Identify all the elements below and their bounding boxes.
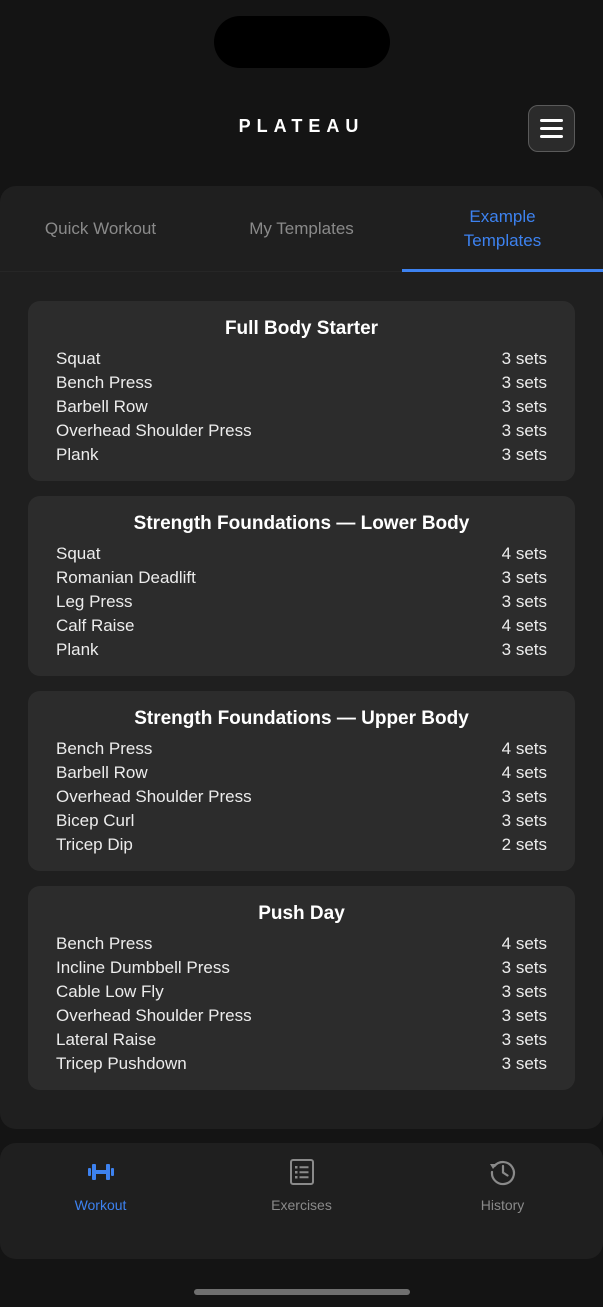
bottom-nav: Workout Exercises History	[0, 1143, 603, 1259]
exercise-row: Tricep Pushdown 3 sets	[56, 1052, 547, 1076]
dynamic-island	[214, 16, 390, 68]
list-icon	[289, 1159, 314, 1185]
history-icon	[489, 1161, 515, 1186]
exercise-name: Bicep Curl	[56, 811, 135, 830]
template-card[interactable]: Push Day Bench Press 4 sets Incline Dumbbel…	[28, 886, 575, 1090]
exercise-row: Plank 3 sets	[56, 443, 547, 467]
exercise-sets: 4 sets	[501, 544, 547, 563]
exercise-sets: 3 sets	[501, 592, 547, 611]
exercise-row: Incline Dumbbell Press 3 sets	[56, 956, 547, 980]
exercise-sets: 3 sets	[501, 349, 547, 368]
exercise-row: Lateral Raise 3 sets	[56, 1028, 547, 1052]
exercise-sets: 3 sets	[501, 1006, 547, 1025]
hamburger-icon-bar	[540, 127, 563, 130]
exercise-name: Bench Press	[56, 739, 153, 758]
hamburger-icon-bar	[540, 135, 563, 138]
nav-workout[interactable]: Workout	[0, 1143, 201, 1259]
exercise-sets: 3 sets	[501, 373, 547, 392]
exercise-name: Lateral Raise	[56, 1030, 157, 1049]
template-title: Strength Foundations — Upper Body	[134, 708, 469, 729]
tab-bar: Quick Workout My Templates Example Templ…	[0, 186, 603, 272]
template-card[interactable]: Strength Foundations — Upper Body Bench P…	[28, 691, 575, 871]
exercise-row: Bicep Curl 3 sets	[56, 809, 547, 833]
hamburger-icon	[540, 119, 563, 122]
exercise-sets: 3 sets	[501, 811, 547, 830]
exercise-sets: 4 sets	[501, 739, 547, 758]
app-title: PLATEAU	[238, 116, 365, 136]
nav-exercises[interactable]: Exercises	[201, 1143, 402, 1259]
exercise-row: Plank 3 sets	[56, 638, 547, 662]
template-card[interactable]: Strength Foundations — Lower Body Squat 4 …	[28, 496, 575, 676]
exercise-name: Squat	[56, 349, 101, 368]
exercise-name: Overhead Shoulder Press	[56, 1006, 252, 1025]
exercise-name: Plank	[56, 640, 99, 659]
exercise-row: Leg Press 3 sets	[56, 590, 547, 614]
home-indicator	[194, 1289, 410, 1295]
exercise-row: Barbell Row 4 sets	[56, 761, 547, 785]
exercise-row: Overhead Shoulder Press 3 sets	[56, 1004, 547, 1028]
exercise-name: Bench Press	[56, 934, 153, 953]
exercise-row: Romanian Deadlift 3 sets	[56, 566, 547, 590]
exercise-name: Leg Press	[56, 592, 133, 611]
exercise-sets: 3 sets	[501, 397, 547, 416]
template-list[interactable]: Full Body Starter Squat 3 sets Bench Press 3…	[28, 301, 575, 1101]
nav-history[interactable]: History	[402, 1143, 603, 1259]
exercise-sets: 3 sets	[501, 640, 547, 659]
tab-label: My Templates	[249, 218, 354, 238]
exercise-name: Barbell Row	[56, 763, 148, 782]
active-tab-indicator	[402, 269, 603, 272]
template-title: Full Body Starter	[224, 318, 379, 339]
exercise-row: Tricep Dip 2 sets	[56, 833, 547, 857]
exercise-sets: 2 sets	[501, 835, 547, 854]
exercise-name: Cable Low Fly	[56, 982, 164, 1001]
template-title: Strength Foundations — Lower Body	[133, 513, 470, 534]
nav-label: Exercises	[271, 1197, 332, 1213]
exercise-row: Overhead Shoulder Press 3 sets	[56, 419, 547, 443]
tab-quick-workout[interactable]: Quick Workout	[0, 186, 201, 271]
tab-label: Example Templates	[463, 206, 542, 250]
exercise-row: Overhead Shoulder Press 3 sets	[56, 785, 547, 809]
tab-example-templates[interactable]: Example Templates	[402, 186, 603, 271]
exercise-name: Tricep Pushdown	[56, 1054, 187, 1073]
tab-label: Quick Workout	[44, 218, 157, 238]
dumbbell-icon	[87, 1164, 114, 1180]
exercise-row: Cable Low Fly 3 sets	[56, 980, 547, 1004]
exercise-name: Overhead Shoulder Press	[56, 787, 252, 806]
exercise-sets: 3 sets	[501, 1030, 547, 1049]
exercise-sets: 3 sets	[501, 787, 547, 806]
exercise-row: Bench Press 4 sets	[56, 737, 547, 761]
exercise-sets: 3 sets	[501, 445, 547, 464]
exercise-name: Bench Press	[56, 373, 153, 392]
exercise-row: Squat 4 sets	[56, 542, 547, 566]
exercise-name: Overhead Shoulder Press	[56, 421, 252, 440]
nav-label: Workout	[74, 1197, 127, 1213]
tab-my-templates[interactable]: My Templates	[201, 186, 402, 271]
exercise-name: Plank	[56, 445, 99, 464]
exercise-row: Barbell Row 3 sets	[56, 395, 547, 419]
exercise-sets: 4 sets	[501, 934, 547, 953]
exercise-name: Incline Dumbbell Press	[56, 958, 230, 977]
exercise-sets: 3 sets	[501, 958, 547, 977]
exercise-sets: 4 sets	[501, 616, 547, 635]
exercise-name: Squat	[56, 544, 101, 563]
exercise-row: Bench Press 4 sets	[56, 932, 547, 956]
exercise-name: Calf Raise	[56, 616, 135, 635]
template-title: Push Day	[258, 903, 345, 924]
exercise-sets: 3 sets	[501, 421, 547, 440]
template-card[interactable]: Full Body Starter Squat 3 sets Bench Press 3…	[28, 301, 575, 481]
exercise-sets: 3 sets	[501, 982, 547, 1001]
main-panel: Quick Workout My Templates Example Templ…	[0, 186, 603, 1129]
exercise-row: Calf Raise 4 sets	[56, 614, 547, 638]
exercise-sets: 4 sets	[501, 763, 547, 782]
exercise-sets: 3 sets	[501, 1054, 547, 1073]
nav-label: History	[480, 1197, 525, 1213]
exercise-name: Barbell Row	[56, 397, 148, 416]
exercise-row: Squat 3 sets	[56, 347, 547, 371]
exercise-row: Bench Press 3 sets	[56, 371, 547, 395]
exercise-sets: 3 sets	[501, 568, 547, 587]
menu-button[interactable]	[528, 105, 575, 152]
exercise-name: Romanian Deadlift	[56, 568, 196, 587]
exercise-name: Tricep Dip	[56, 835, 133, 854]
